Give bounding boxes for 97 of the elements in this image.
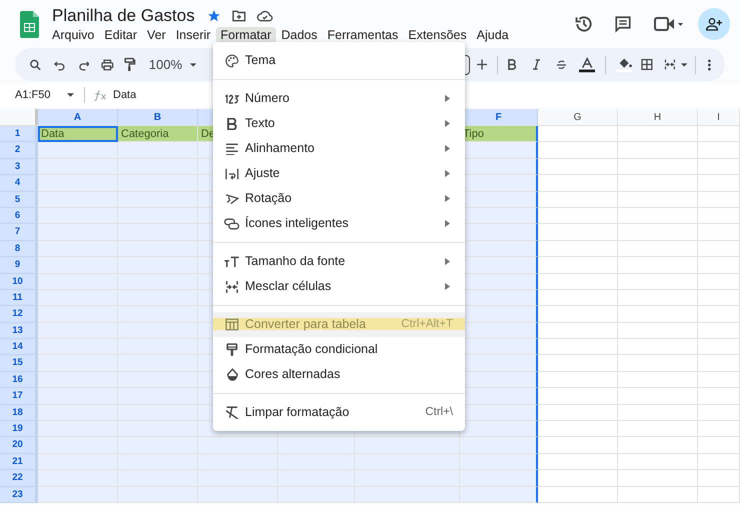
row-header[interactable]: 13 xyxy=(0,322,38,340)
document-title[interactable]: Planilha de Gastos xyxy=(52,6,195,26)
caret-icon[interactable] xyxy=(680,62,688,66)
row-header[interactable]: 15 xyxy=(0,355,38,372)
row-header[interactable]: 9 xyxy=(0,257,38,274)
column-header[interactable]: G xyxy=(538,109,618,125)
menu-item[interactable]: Converter para tabela Ctrl+Alt+T xyxy=(213,312,465,337)
row-header[interactable]: 23 xyxy=(0,486,38,503)
spreadsheet-logo-icon[interactable] xyxy=(20,11,39,38)
row-header[interactable]: 21 xyxy=(0,454,38,470)
folder-icon[interactable] xyxy=(232,10,246,22)
text-color-icon[interactable] xyxy=(578,56,596,72)
caret-icon[interactable] xyxy=(67,93,74,97)
font-size-icon xyxy=(223,256,241,268)
column-header[interactable]: A xyxy=(38,109,118,125)
zoom-dropdown[interactable]: 100% xyxy=(148,54,182,74)
select-all-corner[interactable] xyxy=(0,109,38,125)
row-header[interactable]: 6 xyxy=(0,208,38,224)
menu-item[interactable]: Limpar formatação Ctrl+\ xyxy=(213,400,465,425)
video-camera-icon[interactable] xyxy=(654,16,684,32)
row-header[interactable]: 16 xyxy=(0,372,38,388)
row-header[interactable]: 22 xyxy=(0,470,38,487)
table-cell[interactable] xyxy=(460,486,538,503)
table-cell[interactable] xyxy=(460,454,538,470)
row-header[interactable]: 12 xyxy=(0,306,38,323)
chip-icon xyxy=(223,218,241,230)
function-icon xyxy=(94,90,107,100)
add-person-icon xyxy=(706,17,722,31)
row-header[interactable]: 20 xyxy=(0,437,38,454)
italic-icon[interactable] xyxy=(532,59,540,70)
merge-cells-icon xyxy=(223,280,241,294)
row-header[interactable]: 8 xyxy=(0,240,38,258)
name-box[interactable]: A1:F50 xyxy=(15,86,67,104)
print-icon[interactable] xyxy=(101,58,114,72)
menu-item[interactable]: Mesclar células xyxy=(213,274,465,299)
search-icon[interactable] xyxy=(29,58,42,72)
row-header[interactable]: 18 xyxy=(0,404,38,422)
shortcut-text: Ctrl+\ xyxy=(425,404,453,420)
redo-icon[interactable] xyxy=(78,58,90,70)
table-cell[interactable]: Categoria xyxy=(118,126,198,142)
menu-item[interactable]: Ícones inteligentes xyxy=(213,211,465,236)
row-header[interactable]: 7 xyxy=(0,224,38,241)
rotation-icon xyxy=(223,192,241,204)
table-cell[interactable] xyxy=(460,437,538,454)
menu-bar-item[interactable]: Editar xyxy=(99,27,142,44)
paint-format-icon[interactable] xyxy=(124,57,136,72)
menu-bar-item[interactable]: Ferramentas xyxy=(322,27,404,44)
menu-bar-item[interactable]: Dados xyxy=(276,27,322,44)
menu-item[interactable]: Ajuste xyxy=(213,161,465,186)
column-header[interactable]: I xyxy=(698,109,740,125)
share-button[interactable] xyxy=(698,8,730,40)
text-wrap-icon xyxy=(223,168,241,180)
row-header[interactable]: 14 xyxy=(0,339,38,356)
merge-cells-icon[interactable] xyxy=(664,58,676,71)
menu-bar-item[interactable]: Ajuda xyxy=(472,27,514,44)
align-left-icon xyxy=(223,142,241,154)
row-header[interactable]: 2 xyxy=(0,142,38,159)
comment-icon[interactable] xyxy=(614,15,632,33)
column-header[interactable]: H xyxy=(618,109,698,125)
row-header[interactable]: 19 xyxy=(0,421,38,438)
menu-bar-item[interactable]: Ver xyxy=(142,27,171,44)
palette-icon xyxy=(223,54,241,68)
star-icon[interactable] xyxy=(206,9,221,23)
table-icon xyxy=(223,318,241,331)
table-cell[interactable] xyxy=(460,421,538,438)
menu-item[interactable]: Formatação condicional xyxy=(213,337,465,362)
number-format-icon xyxy=(223,94,241,104)
menu-item[interactable]: Tamanho da fonte xyxy=(213,249,465,274)
more-icon[interactable] xyxy=(708,58,711,70)
table-cell[interactable] xyxy=(460,470,538,487)
bold-icon[interactable] xyxy=(508,59,517,70)
caret-icon[interactable] xyxy=(190,62,196,66)
plus-icon[interactable] xyxy=(477,59,488,70)
strikethrough-icon[interactable] xyxy=(556,58,567,70)
menu-bar-item[interactable]: Arquivo xyxy=(47,27,100,44)
borders-icon[interactable] xyxy=(641,58,654,71)
row-header[interactable]: 1 xyxy=(0,126,38,142)
fill-color-icon[interactable] xyxy=(616,56,632,72)
row-header[interactable]: 5 xyxy=(0,192,38,208)
row-header[interactable]: 3 xyxy=(0,158,38,176)
clear-format-icon xyxy=(223,406,241,419)
cloud-check-icon[interactable] xyxy=(256,10,273,22)
shortcut-text: Ctrl+Alt+T xyxy=(401,316,453,332)
menu-item[interactable]: Cores alternadas xyxy=(213,362,465,387)
menu-bar-item[interactable]: Inserir xyxy=(170,27,216,44)
history-icon[interactable] xyxy=(574,14,594,34)
menu-bar-item[interactable]: Extensões xyxy=(403,27,472,44)
row-header[interactable]: 11 xyxy=(0,290,38,306)
menu-item[interactable]: Rotação xyxy=(213,186,465,211)
row-header[interactable]: 10 xyxy=(0,274,38,290)
menu-item[interactable]: Tema xyxy=(213,48,465,73)
row-header[interactable]: 4 xyxy=(0,175,38,192)
column-header[interactable]: B xyxy=(118,109,198,125)
row-header[interactable]: 17 xyxy=(0,388,38,405)
menu-item[interactable]: Número xyxy=(213,86,465,111)
formula-text[interactable]: Data xyxy=(113,86,136,104)
table-cell[interactable]: Data xyxy=(38,126,118,142)
